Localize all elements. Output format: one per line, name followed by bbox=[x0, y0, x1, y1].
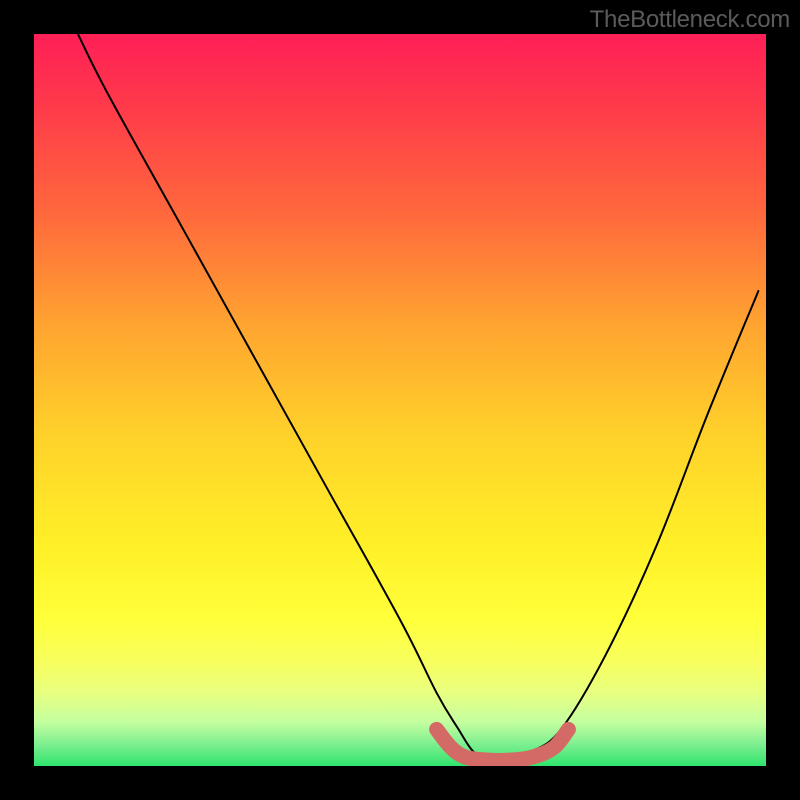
plot-area bbox=[34, 34, 766, 766]
highlighted-minimum bbox=[437, 729, 569, 760]
bottleneck-curve bbox=[78, 34, 759, 760]
chart-frame: TheBottleneck.com bbox=[0, 0, 800, 800]
chart-svg bbox=[34, 34, 766, 766]
watermark-text: TheBottleneck.com bbox=[590, 6, 790, 34]
